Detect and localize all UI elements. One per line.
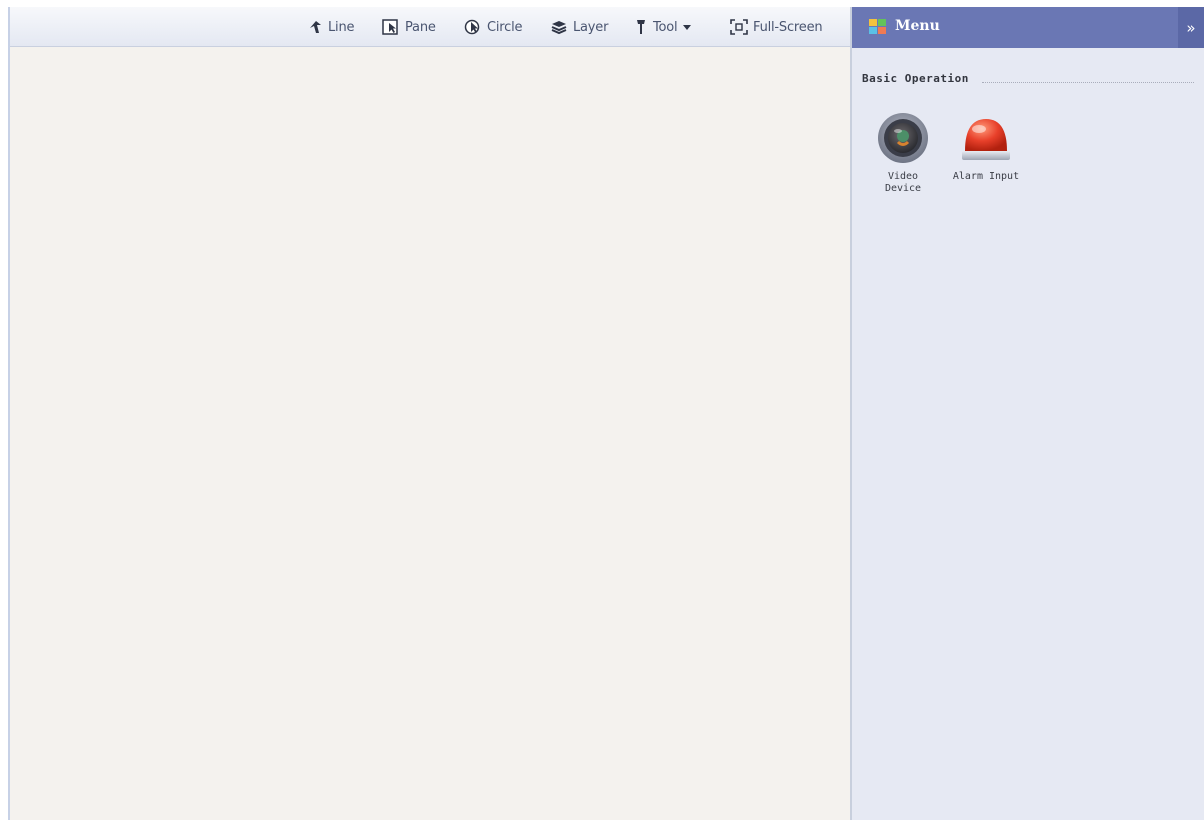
- left-window-edge: [0, 0, 10, 820]
- section-title: Basic Operation: [862, 72, 971, 85]
- dropdown-arrow-icon: [683, 25, 692, 30]
- tool-label: Tool: [653, 19, 678, 35]
- menu-grid-icon: [869, 19, 887, 35]
- alarm-input-button[interactable]: Alarm Input: [946, 111, 1026, 183]
- fullscreen-button[interactable]: Full-Screen: [730, 7, 823, 47]
- pane-select-icon: [382, 19, 398, 35]
- fullscreen-icon: [730, 19, 748, 35]
- layers-icon: [551, 21, 567, 35]
- video-device-label: Video Device: [884, 171, 922, 194]
- tool-dropdown-button[interactable]: Tool: [634, 7, 692, 47]
- fullscreen-label: Full-Screen: [753, 19, 823, 35]
- circle-select-icon: [464, 19, 480, 35]
- map-canvas[interactable]: [10, 7, 850, 820]
- layer-tool-button[interactable]: Layer: [550, 7, 608, 47]
- alarm-input-icon: [962, 119, 1010, 160]
- collapse-panel-button[interactable]: »: [1178, 7, 1204, 48]
- video-device-icon: [878, 113, 928, 163]
- menu-panel-header: Menu »: [852, 7, 1204, 48]
- line-tool-button[interactable]: Line: [307, 7, 354, 47]
- line-tool-label: Line: [328, 19, 355, 35]
- pane-tool-label: Pane: [405, 19, 436, 35]
- tool-icon: [637, 20, 645, 34]
- menu-title: Menu: [895, 18, 940, 34]
- line-cursor-icon: [310, 21, 321, 33]
- pane-tool-button[interactable]: Pane: [382, 7, 436, 47]
- menu-panel: Menu » Basic Operation Video Device Alar…: [852, 7, 1204, 820]
- circle-tool-button[interactable]: Circle: [464, 7, 523, 47]
- layer-tool-label: Layer: [573, 19, 609, 35]
- circle-tool-label: Circle: [487, 19, 523, 35]
- toolbar: Line Pane Circle Layer Tool Full-Screen: [10, 7, 850, 47]
- alarm-input-label: Alarm Input: [952, 171, 1020, 182]
- basic-operation-section: Basic Operation: [862, 72, 1194, 88]
- video-device-button[interactable]: Video Device: [876, 111, 930, 195]
- section-divider: [982, 82, 1194, 83]
